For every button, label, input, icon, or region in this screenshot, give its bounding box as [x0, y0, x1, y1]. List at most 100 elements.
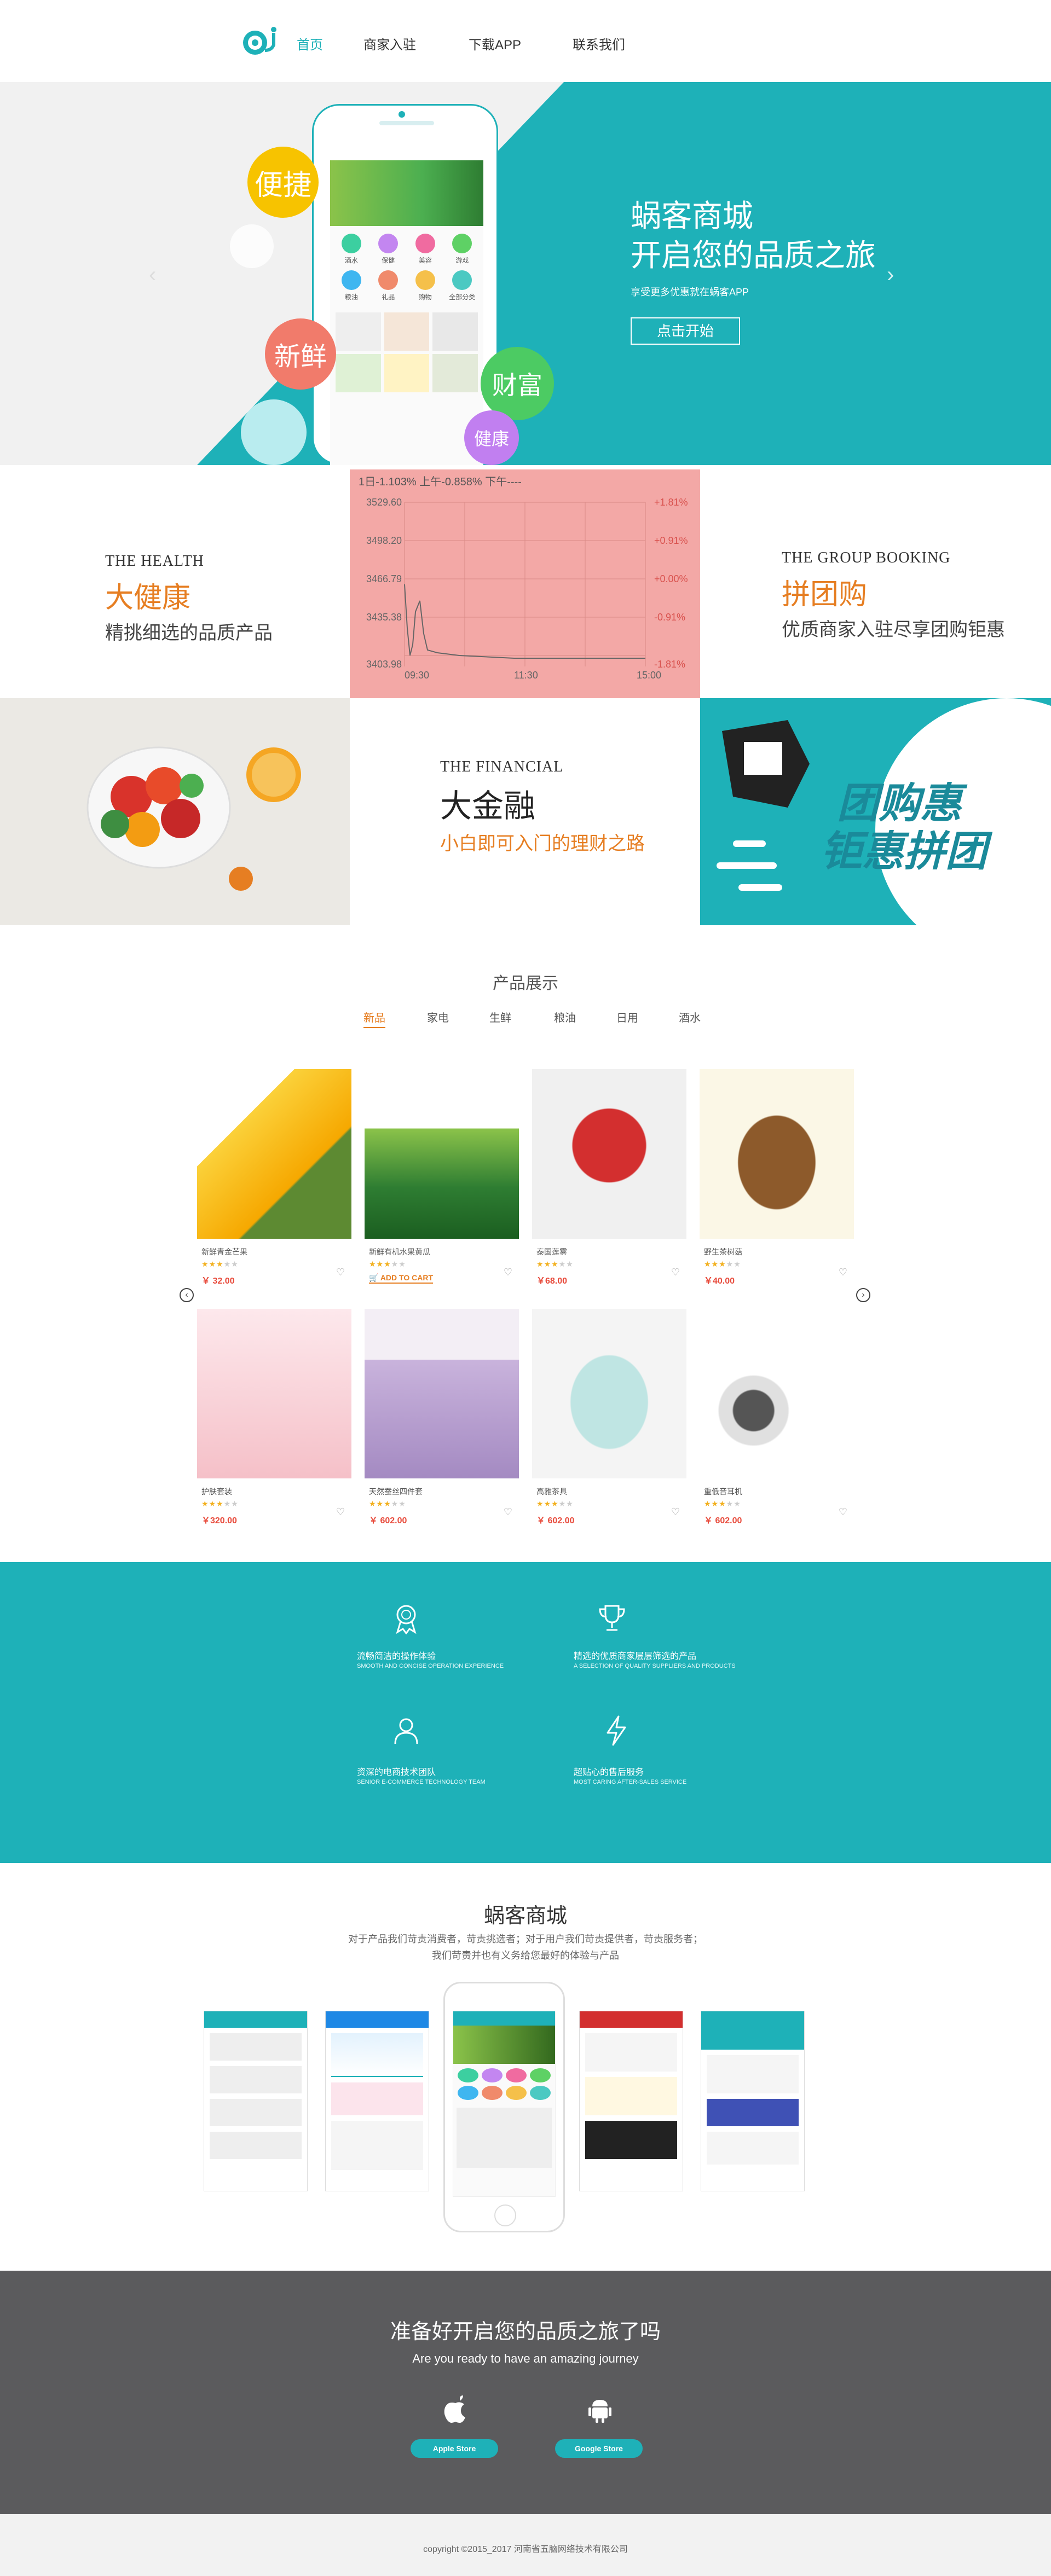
stock-chart-panel: 1日-1.103% 上午-0.858% 下午---- 3529.60 3498.…: [350, 469, 700, 698]
chevron-left-icon[interactable]: ‹: [149, 263, 156, 287]
products-title: 产品展示: [493, 974, 558, 993]
feature-health-desc: 精挑细选的品质产品: [105, 623, 273, 643]
product-name: 野生茶树菇: [704, 1248, 742, 1256]
feature-health-title: 大健康: [105, 582, 191, 614]
nav-home[interactable]: 首页: [297, 34, 323, 53]
product-price: ￥ 32.00: [201, 1277, 235, 1286]
product-name: 重低音耳机: [704, 1487, 742, 1496]
rating-stars: ★★★★★: [201, 1260, 239, 1268]
bubble-convenient: 便捷: [247, 147, 319, 218]
google-store-button[interactable]: Google Store: [555, 2439, 643, 2458]
pct-label: +0.91%: [654, 535, 688, 546]
rating-stars: ★★★★★: [536, 1499, 574, 1508]
product-card[interactable]: 野生茶树菇 ★★★★★ ￥40.00 ♡: [700, 1069, 854, 1288]
tab-appliances[interactable]: 家电: [427, 1009, 449, 1025]
rating-stars: ★★★★★: [536, 1260, 574, 1268]
products-next-icon[interactable]: ›: [856, 1288, 870, 1302]
start-button[interactable]: 点击开始: [631, 317, 740, 345]
cart-icon: 🛒: [369, 1273, 379, 1282]
add-to-cart-button[interactable]: 🛒 ADD TO CART: [369, 1273, 433, 1284]
feature-health: THE HEALTH 大健康 精挑细选的品质产品: [105, 553, 273, 645]
x-label: 09:30: [405, 670, 430, 681]
product-name: 新鲜青金芒果: [201, 1248, 247, 1256]
app-phone-main: [443, 1982, 565, 2232]
feature-group-en: THE GROUP BOOKING: [782, 549, 951, 566]
feature-group-desc: 优质商家入驻尽享团购钜惠: [782, 619, 1005, 640]
stock-chart: [404, 502, 646, 666]
y-label: 3435.38: [366, 612, 402, 623]
footer: copyright ©2015_2017 河南省五脑网络技术有限公司: [0, 2514, 1051, 2576]
heart-icon[interactable]: ♡: [336, 1267, 345, 1278]
phone-icon-label: 购物: [418, 293, 432, 301]
heart-icon[interactable]: ♡: [839, 1267, 847, 1278]
product-image: [197, 1309, 351, 1478]
product-card[interactable]: 泰国莲雾 ★★★★★ ￥68.00 ♡: [532, 1069, 686, 1288]
top-nav: 首页 商家入驻 下载APP 联系我们: [0, 0, 1051, 82]
nav-contact-us[interactable]: 联系我们: [573, 34, 625, 53]
heart-icon[interactable]: ♡: [336, 1506, 345, 1518]
app-description-2: 我们苛责并也有义务给您最好的体验与产品: [432, 1950, 619, 1961]
product-card[interactable]: 重低音耳机 ★★★★★ ￥ 602.00 ♡: [700, 1309, 854, 1528]
product-card[interactable]: 高雅茶具 ★★★★★ ￥ 602.00 ♡: [532, 1309, 686, 1528]
app-screen-shop: [579, 2011, 683, 2191]
product-image: [532, 1069, 686, 1239]
group-buy-text-2: 钜惠拼团: [821, 828, 987, 875]
bubble-label: 新鲜: [274, 343, 327, 372]
product-price: ￥ 602.00: [704, 1516, 742, 1525]
pct-label: -1.81%: [654, 659, 686, 670]
heart-icon[interactable]: ♡: [504, 1267, 512, 1278]
nav-download-app[interactable]: 下载APP: [469, 34, 521, 53]
phone-icon-label: 全部分类: [449, 293, 476, 301]
tab-new[interactable]: 新品: [363, 1009, 385, 1028]
bubble-health: 健康: [464, 410, 519, 465]
product-card[interactable]: 新鲜青金芒果 ★★★★★ ￥ 32.00 ♡: [197, 1069, 351, 1288]
service-subtitle: MOST CARING AFTER-SALES SERVICE: [574, 1779, 687, 1785]
phone-icon-label: 游戏: [455, 257, 469, 264]
rating-stars: ★★★★★: [369, 1260, 406, 1268]
cta-section: 准备好开启您的品质之旅了吗 Are you ready to have an a…: [0, 2271, 1051, 2514]
hero-title: 蜗客商城: [631, 199, 753, 233]
product-price: ￥68.00: [536, 1277, 568, 1286]
products-prev-icon[interactable]: ‹: [180, 1288, 194, 1302]
product-image: [700, 1069, 854, 1239]
rating-stars: ★★★★★: [704, 1499, 741, 1508]
heart-icon[interactable]: ♡: [671, 1267, 680, 1278]
group-buy-banner[interactable]: 团购惠 钜惠拼团: [700, 698, 1051, 925]
app-screen-finance: [325, 2011, 429, 2191]
vegetables-image: [0, 698, 350, 925]
heart-icon[interactable]: ♡: [839, 1506, 847, 1518]
app-description: 对于产品我们苛责消费者，苛责挑选者；对于用户我们苛责提供者，苛责服务者；: [348, 1934, 703, 1945]
y-label: 3466.79: [366, 573, 402, 584]
cta-subtitle: Are you ready to have an amazing journey: [412, 2352, 639, 2365]
heart-icon[interactable]: ♡: [671, 1506, 680, 1518]
x-label: 15:00: [637, 670, 662, 681]
product-image: [365, 1309, 519, 1478]
apple-store-button[interactable]: Apple Store: [411, 2439, 498, 2458]
product-name: 天然蚕丝四件套: [369, 1487, 423, 1496]
phone-icon-label: 酒水: [344, 257, 358, 264]
tab-fresh[interactable]: 生鲜: [489, 1009, 511, 1025]
tab-daily[interactable]: 日用: [616, 1009, 638, 1025]
app-title: 蜗客商城: [483, 1905, 567, 1928]
snail-logo-icon[interactable]: [240, 23, 277, 58]
product-card[interactable]: 天然蚕丝四件套 ★★★★★ ￥ 602.00 ♡: [365, 1309, 519, 1528]
team-icon: [394, 1718, 418, 1744]
product-price: ￥40.00: [704, 1277, 735, 1286]
service-subtitle: SENIOR E-COMMERCE TECHNOLOGY TEAM: [357, 1779, 486, 1785]
product-card[interactable]: 新鲜有机水果黄瓜 ★★★★★ 🛒 ADD TO CART ♡: [365, 1069, 519, 1288]
lightning-icon: [607, 1715, 626, 1746]
phone-icon-label: 粮油: [344, 293, 358, 301]
tab-liquor[interactable]: 酒水: [679, 1009, 701, 1025]
chevron-right-icon[interactable]: ›: [887, 263, 894, 287]
copyright-text: copyright ©2015_2017 河南省五脑网络技术有限公司: [423, 2545, 628, 2554]
heart-icon[interactable]: ♡: [504, 1506, 512, 1518]
tab-grain-oil[interactable]: 粮油: [554, 1009, 576, 1025]
pct-label: +0.00%: [654, 573, 688, 584]
hero-phone: 酒水 保健 美容 游戏 粮油 礼品 购物 全部分类: [312, 104, 498, 465]
product-card[interactable]: 护肤套装 ★★★★★ ￥320.00 ♡: [197, 1309, 351, 1528]
trophy-icon: [599, 1605, 625, 1631]
service-title: 超贴心的售后服务: [574, 1768, 644, 1777]
feature-financial-desc: 小白即可入门的理财之路: [440, 833, 645, 854]
nav-merchant-join[interactable]: 商家入驻: [363, 34, 416, 53]
feature-financial: THE FINANCIAL 大金融 小白即可入门的理财之路: [440, 758, 645, 855]
